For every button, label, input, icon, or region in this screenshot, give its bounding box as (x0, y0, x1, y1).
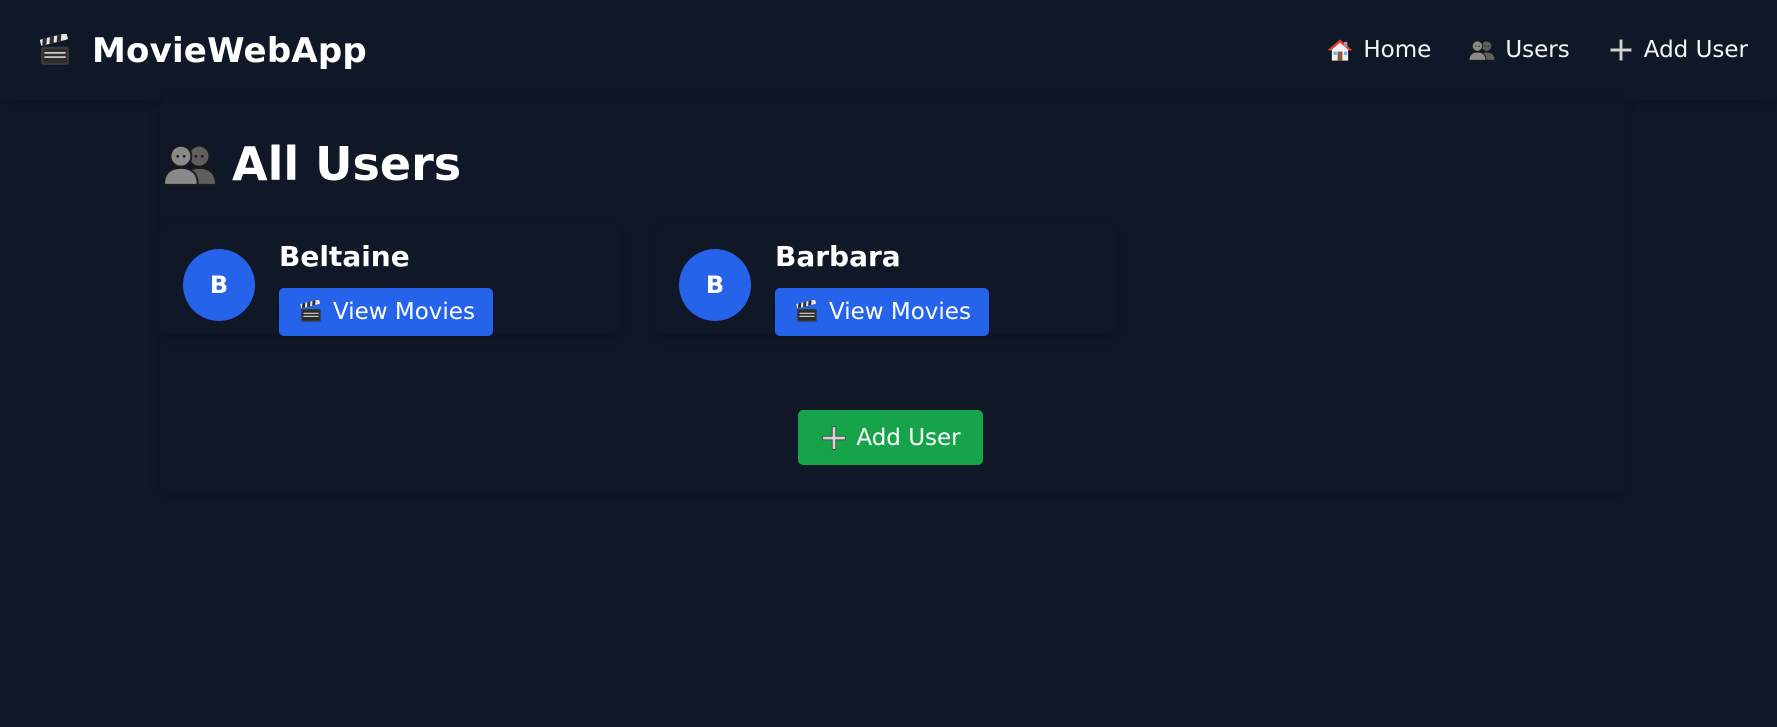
page-title: All Users (232, 137, 462, 191)
users-panel: All Users B Beltaine View Movies B Barba… (160, 100, 1625, 492)
brand-link[interactable]: MovieWebApp (38, 30, 367, 72)
view-movies-label: View Movies (829, 299, 971, 325)
page-heading: All Users (164, 136, 461, 192)
view-movies-label: View Movies (333, 299, 475, 325)
nav-link-users[interactable]: Users (1469, 37, 1570, 63)
clapperboard-icon (299, 300, 323, 324)
avatar: B (679, 249, 751, 321)
user-name: Barbara (775, 240, 901, 273)
nav-link-label: Users (1505, 37, 1570, 63)
users-icon (1469, 37, 1495, 63)
view-movies-button[interactable]: View Movies (775, 288, 989, 336)
view-movies-button[interactable]: View Movies (279, 288, 493, 336)
nav-link-label: Add User (1643, 37, 1748, 63)
plus-icon (1608, 37, 1634, 63)
add-user-label: Add User (856, 424, 961, 451)
house-icon (1327, 37, 1353, 63)
brand-title: MovieWebApp (92, 31, 367, 71)
nav-link-label: Home (1363, 37, 1432, 63)
users-icon (164, 140, 216, 188)
plus-icon (820, 424, 848, 452)
clapperboard-icon (795, 300, 819, 324)
nav-links: Home Users Add User (1289, 33, 1748, 67)
avatar: B (183, 249, 255, 321)
clapperboard-icon (38, 34, 72, 68)
user-card: B Beltaine View Movies (160, 224, 620, 336)
navbar: MovieWebApp Home Users Add User (0, 0, 1777, 100)
user-card: B Barbara View Movies (656, 224, 1116, 336)
nav-link-home[interactable]: Home (1327, 37, 1431, 63)
user-name: Beltaine (279, 240, 410, 273)
nav-link-add-user[interactable]: Add User (1608, 37, 1748, 63)
add-user-button[interactable]: Add User (798, 410, 983, 465)
